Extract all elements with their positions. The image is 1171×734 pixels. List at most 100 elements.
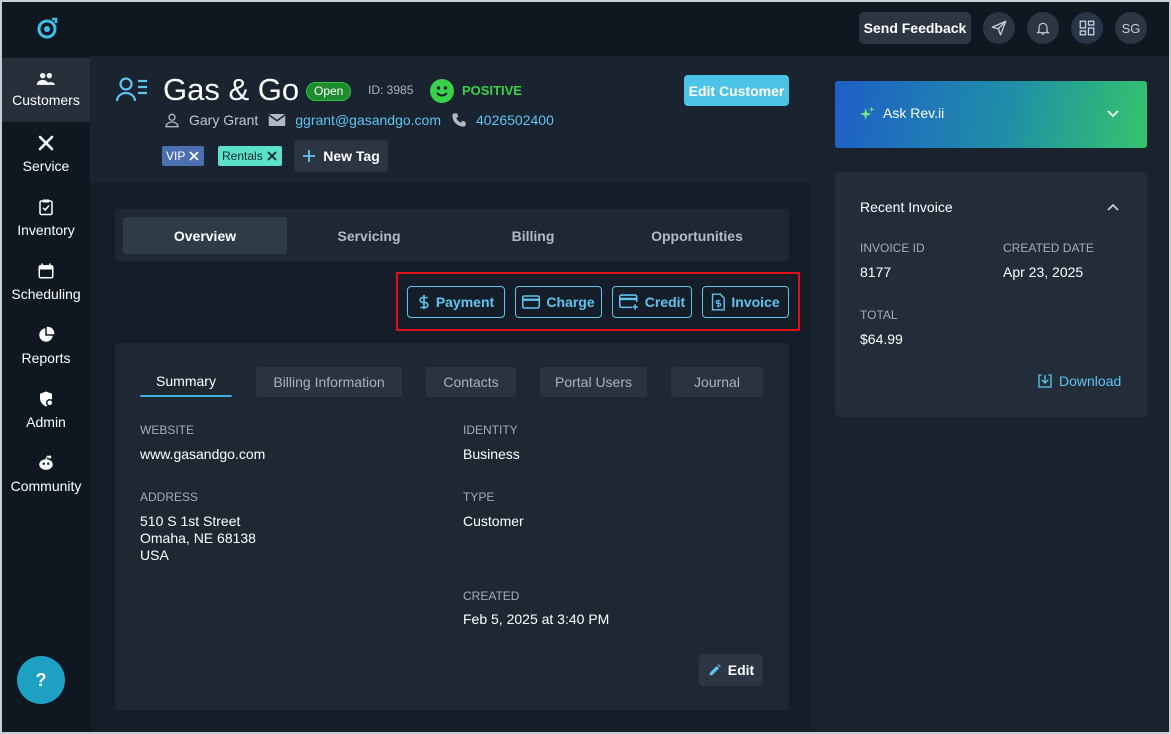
charge-button[interactable]: Charge [515, 286, 602, 318]
status-badge: Open [306, 82, 352, 101]
person-icon [164, 112, 180, 128]
top-bar: Send Feedback SG [2, 2, 1169, 56]
created-date-label: CREATED DATE [1003, 241, 1094, 255]
edit-customer-button[interactable]: Edit Customer [684, 75, 789, 106]
identity-label: IDENTITY [463, 423, 518, 437]
sparkle-icon [859, 106, 875, 120]
close-icon[interactable] [188, 150, 200, 162]
tab-servicing[interactable]: Servicing [287, 217, 451, 254]
sidebar-item-label: Admin [26, 414, 66, 430]
chevron-down-icon[interactable] [1107, 109, 1119, 119]
ask-rev-panel[interactable]: Ask Rev.ii [835, 81, 1147, 148]
sidebar-item-label: Customers [12, 92, 80, 108]
chevron-up-icon[interactable] [1107, 202, 1119, 212]
subtab-portal-users[interactable]: Portal Users [540, 367, 647, 397]
subtab-billing-information[interactable]: Billing Information [256, 367, 402, 397]
tag-label: Rentals [222, 149, 263, 163]
invoice-id-label: INVOICE ID [860, 241, 925, 255]
subtab-contacts[interactable]: Contacts [426, 367, 516, 397]
invoice-id-link[interactable]: 8177 [860, 264, 891, 281]
contact-row: Gary Grant ggrant@gasandgo.com 402650240… [164, 112, 554, 128]
phone-icon [451, 112, 467, 128]
website-label: WEBSITE [140, 423, 195, 437]
app-logo-icon[interactable] [36, 16, 60, 40]
payment-button[interactable]: Payment [407, 286, 505, 318]
invoice-label: Invoice [731, 294, 780, 310]
pencil-icon [709, 664, 721, 676]
sentiment-label: POSITIVE [462, 83, 522, 98]
tab-overview[interactable]: Overview [123, 217, 287, 254]
sidebar-item-scheduling[interactable]: Scheduling [2, 250, 90, 314]
send-feedback-button[interactable]: Send Feedback [859, 12, 971, 44]
created-label: CREATED [463, 589, 520, 603]
sidebar-item-label: Scheduling [11, 286, 81, 302]
avatar-initials: SG [1121, 20, 1141, 36]
invoice-button[interactable]: Invoice [702, 286, 789, 318]
credit-button[interactable]: Credit [612, 286, 692, 318]
tab-billing[interactable]: Billing [451, 217, 615, 254]
send-icon[interactable] [983, 12, 1015, 44]
shield-user-icon [40, 391, 54, 407]
edit-label: Edit [727, 662, 755, 678]
phone-link[interactable]: 4026502400 [476, 112, 554, 128]
identity-value: Business [463, 446, 520, 462]
pie-chart-icon [39, 326, 55, 342]
download-label: Download [1059, 373, 1122, 389]
tag-rentals: Rentals [218, 146, 282, 166]
dashboard-icon[interactable] [1071, 12, 1103, 44]
community-icon [39, 455, 53, 470]
edit-button[interactable]: Edit [699, 654, 763, 686]
download-icon [1038, 374, 1052, 388]
summary-panel: Summary Billing Information Contacts Por… [115, 343, 789, 710]
created-date-value: Apr 23, 2025 [1003, 264, 1084, 280]
sidebar-item-label: Service [22, 158, 70, 174]
customer-name: Gas & Go [163, 72, 300, 107]
download-link[interactable]: Download [1037, 373, 1121, 389]
customer-header: Gas & Go Open ID: 3985 POSITIVE Edit Cus… [90, 56, 810, 182]
sidebar-item-reports[interactable]: Reports [2, 314, 90, 378]
charge-label: Charge [546, 294, 595, 310]
new-tag-button[interactable]: New Tag [294, 140, 388, 172]
type-value: Customer [463, 513, 524, 529]
sidebar-item-community[interactable]: Community [2, 442, 90, 506]
new-tag-label: New Tag [323, 148, 380, 164]
payment-label: Payment [435, 294, 495, 310]
tools-icon [38, 135, 54, 151]
sidebar: Customers Service Inventory Scheduling R… [2, 56, 90, 732]
recent-invoice-title: Recent Invoice [860, 199, 953, 215]
address-line3: USA [140, 547, 169, 563]
sidebar-item-admin[interactable]: Admin [2, 378, 90, 442]
app-window: Send Feedback SG Customers Service Inven… [0, 0, 1171, 734]
help-button[interactable]: ? [17, 656, 65, 704]
ask-rev-label: Ask Rev.ii [883, 105, 945, 121]
total-label: TOTAL [860, 308, 898, 322]
invoice-doc-icon [712, 293, 726, 311]
address-line2: Omaha, NE 68138 [140, 530, 256, 546]
smiley-icon [430, 79, 454, 108]
sidebar-item-customers[interactable]: Customers [2, 58, 90, 122]
sidebar-item-label: Community [10, 478, 82, 494]
main-content: Gas & Go Open ID: 3985 POSITIVE Edit Cus… [90, 56, 810, 732]
recent-invoice-card: Recent Invoice INVOICE ID 8177 CREATED D… [835, 172, 1147, 417]
sidebar-item-label: Inventory [17, 222, 75, 238]
user-avatar[interactable]: SG [1115, 12, 1147, 44]
tab-opportunities[interactable]: Opportunities [615, 217, 779, 254]
customer-card-icon [115, 76, 148, 107]
clipboard-check-icon [39, 199, 53, 216]
mail-icon [268, 113, 286, 127]
plus-icon [303, 150, 316, 162]
email-link[interactable]: ggrant@gasandgo.com [295, 112, 441, 128]
right-panel: Ask Rev.ii Recent Invoice INVOICE ID 817… [810, 56, 1169, 732]
calendar-icon [38, 263, 54, 279]
subtab-summary[interactable]: Summary [140, 367, 232, 397]
credit-label: Credit [644, 294, 686, 310]
sidebar-item-inventory[interactable]: Inventory [2, 186, 90, 250]
tag-vip: VIP [162, 146, 205, 166]
address-line1: 510 S 1st Street [140, 513, 241, 529]
sidebar-item-service[interactable]: Service [2, 122, 90, 186]
close-icon[interactable] [266, 150, 278, 162]
bell-icon[interactable] [1027, 12, 1059, 44]
subtab-journal[interactable]: Journal [671, 367, 763, 397]
website-link[interactable]: www.gasandgo.com [140, 446, 265, 463]
card-plus-icon [618, 294, 638, 310]
